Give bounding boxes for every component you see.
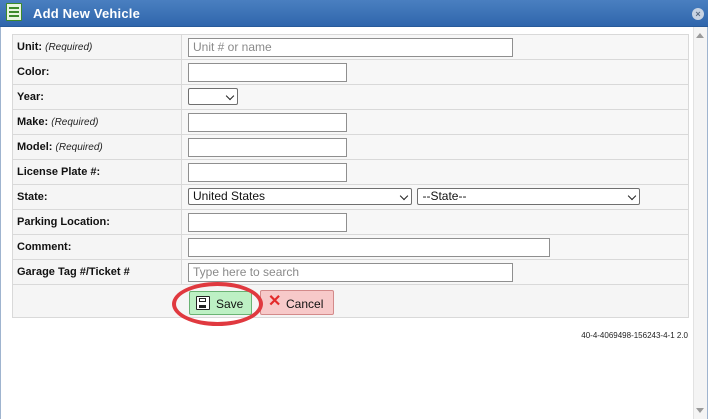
form-row-parking-location: Parking Location: bbox=[12, 209, 689, 235]
year-label: Year: bbox=[12, 84, 182, 110]
vertical-scrollbar[interactable] bbox=[693, 27, 707, 419]
vehicle-form: Unit: (Required) Color: Year: Make: (Req… bbox=[12, 34, 689, 318]
close-icon[interactable]: × bbox=[692, 8, 704, 20]
state-select[interactable]: --State-- bbox=[417, 188, 641, 206]
model-input[interactable] bbox=[188, 137, 347, 157]
license-plate-label: License Plate #: bbox=[12, 159, 182, 185]
cancel-button-label: Cancel bbox=[286, 297, 324, 311]
actions-cell bbox=[12, 284, 689, 318]
dialog-title: Add New Vehicle bbox=[33, 6, 141, 21]
form-actions-row bbox=[12, 284, 689, 318]
comment-label: Comment: bbox=[12, 234, 182, 260]
make-label: Make: (Required) bbox=[12, 109, 182, 135]
comment-input[interactable] bbox=[188, 237, 550, 257]
form-row-comment: Comment: bbox=[12, 234, 689, 260]
save-highlight-annotation bbox=[172, 282, 263, 326]
chevron-down-icon bbox=[225, 92, 235, 101]
close-x-icon: ✕ bbox=[268, 293, 282, 310]
required-note: (Required) bbox=[45, 42, 93, 53]
chevron-down-icon bbox=[628, 192, 637, 201]
year-select[interactable] bbox=[188, 88, 238, 106]
form-row-make: Make: (Required) bbox=[12, 109, 689, 135]
form-row-state: State: United States --State-- bbox=[12, 184, 689, 210]
form-row-model: Model: (Required) bbox=[12, 134, 689, 160]
window-border bbox=[0, 27, 1, 419]
scroll-down-icon[interactable] bbox=[696, 408, 704, 413]
form-row-garage-tag: Garage Tag #/Ticket # bbox=[12, 259, 689, 285]
garage-tag-label: Garage Tag #/Ticket # bbox=[12, 259, 182, 285]
form-row-year: Year: bbox=[12, 84, 689, 110]
cancel-button[interactable]: ✕ Cancel bbox=[260, 290, 334, 315]
make-input[interactable] bbox=[188, 112, 347, 132]
form-row-unit: Unit: (Required) bbox=[12, 34, 689, 60]
color-label: Color: bbox=[12, 59, 182, 85]
parking-location-label: Parking Location: bbox=[12, 209, 182, 235]
garage-tag-search-input[interactable] bbox=[188, 262, 513, 282]
version-string: 40-4-4069498-156243-4-1 2.0 bbox=[581, 331, 688, 340]
country-select[interactable]: United States bbox=[188, 188, 412, 206]
state-label: State: bbox=[12, 184, 182, 210]
license-plate-input[interactable] bbox=[188, 162, 347, 182]
parking-location-input[interactable] bbox=[188, 212, 347, 232]
required-note: (Required) bbox=[55, 142, 103, 153]
chevron-down-icon bbox=[399, 192, 409, 201]
form-row-license-plate: License Plate #: bbox=[12, 159, 689, 185]
unit-label: Unit: (Required) bbox=[12, 34, 182, 60]
form-row-color: Color: bbox=[12, 59, 689, 85]
scroll-up-icon[interactable] bbox=[696, 33, 704, 38]
required-note: (Required) bbox=[51, 117, 99, 128]
color-input[interactable] bbox=[188, 62, 347, 82]
unit-input[interactable] bbox=[188, 37, 513, 57]
form-icon bbox=[6, 3, 22, 21]
model-label: Model: (Required) bbox=[12, 134, 182, 160]
dialog-titlebar: Add New Vehicle × bbox=[0, 0, 708, 27]
